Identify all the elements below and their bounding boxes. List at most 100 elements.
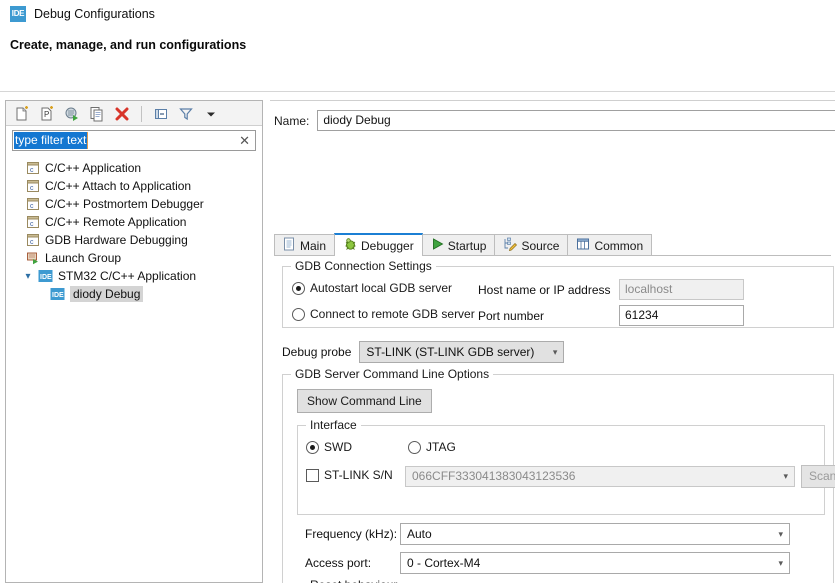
host-name-label: Host name or IP address: [478, 283, 611, 297]
scan-button[interactable]: Scan: [801, 465, 835, 488]
swd-radio[interactable]: SWD: [306, 440, 352, 454]
tab-label: Common: [594, 239, 643, 253]
tree-item-gdb-hardware-debugging[interactable]: c GDB Hardware Debugging: [6, 231, 262, 249]
new-prototype-icon[interactable]: P: [37, 104, 57, 124]
duplicate-icon[interactable]: [87, 104, 107, 124]
tree-item-cpp-attach-to-application[interactable]: c C/C++ Attach to Application: [6, 177, 262, 195]
radio-indicator: [292, 282, 305, 295]
tree-item-diody-debug[interactable]: IDE diody Debug: [6, 285, 262, 303]
frequency-value: Auto: [407, 527, 432, 541]
gdb-connection-settings-legend: GDB Connection Settings: [291, 259, 436, 273]
name-input[interactable]: diody Debug: [317, 110, 835, 131]
tab-common[interactable]: Common: [567, 234, 652, 256]
radio-indicator: [408, 441, 421, 454]
debug-probe-label: Debug probe: [282, 345, 351, 359]
configuration-editor-panel: Name: diody Debug Main Debugger: [270, 100, 835, 583]
jtag-label: JTAG: [426, 440, 456, 454]
delete-icon[interactable]: [112, 104, 132, 124]
source-tree-icon: [503, 237, 517, 254]
view-menu-icon[interactable]: [201, 104, 221, 124]
filter-input[interactable]: type filter text ✕: [12, 130, 256, 151]
frequency-select[interactable]: Auto ▾: [400, 523, 790, 545]
configuration-name-row: Name: diody Debug: [274, 110, 835, 131]
configurations-tree[interactable]: c C/C++ Application c C/C++ Attach to Ap…: [6, 156, 262, 582]
gdb-connection-settings-group: GDB Connection Settings Autostart local …: [282, 266, 834, 328]
editor-top-divider: [270, 100, 835, 101]
tab-label: Source: [521, 239, 559, 253]
configurations-toolbar: P: [6, 101, 262, 126]
ide-logo-icon: IDE: [10, 6, 26, 22]
tree-item-label: C/C++ Application: [45, 161, 141, 175]
tab-debugger[interactable]: Debugger: [334, 233, 423, 256]
bug-icon: [343, 237, 357, 254]
common-grid-icon: [576, 237, 590, 254]
toolbar-separator: [141, 106, 142, 122]
tree-item-label: Launch Group: [45, 251, 121, 265]
tab-label: Startup: [448, 239, 487, 253]
tree-item-label: GDB Hardware Debugging: [45, 233, 188, 247]
stlink-sn-checkbox[interactable]: ST-LINK S/N: [306, 468, 393, 482]
tree-item-cpp-application[interactable]: c C/C++ Application: [6, 159, 262, 177]
autostart-local-gdb-server-radio[interactable]: Autostart local GDB server: [292, 281, 452, 295]
show-command-line-button[interactable]: Show Command Line: [297, 389, 432, 413]
tab-source[interactable]: Source: [494, 234, 568, 256]
configurations-panel: P: [5, 100, 263, 583]
svg-text:c: c: [30, 221, 34, 228]
launch-group-icon: [26, 251, 40, 265]
new-launch-configuration-icon[interactable]: [12, 104, 32, 124]
svg-text:c: c: [30, 167, 34, 174]
c-file-icon: c: [26, 233, 40, 247]
c-file-icon: c: [26, 179, 40, 193]
chevron-down-icon[interactable]: ▾: [22, 271, 34, 282]
tree-item-stm32-cpp-application[interactable]: ▾ IDE STM32 C/C++ Application: [6, 267, 262, 285]
tree-item-cpp-postmortem-debugger[interactable]: c C/C++ Postmortem Debugger: [6, 195, 262, 213]
tab-label: Main: [300, 239, 326, 253]
chevron-down-icon: ▾: [778, 553, 783, 573]
stlink-sn-label: ST-LINK S/N: [324, 468, 393, 482]
interface-legend: Interface: [306, 418, 361, 432]
connect-to-remote-gdb-server-label: Connect to remote GDB server: [310, 307, 475, 321]
access-port-value: 0 - Cortex-M4: [407, 556, 480, 570]
radio-indicator: [292, 308, 305, 321]
connect-to-remote-gdb-server-radio[interactable]: Connect to remote GDB server: [292, 307, 475, 321]
dialog-header: IDE Debug Configurations Create, manage,…: [0, 0, 835, 92]
tree-item-label: C/C++ Attach to Application: [45, 179, 191, 193]
autostart-local-gdb-server-label: Autostart local GDB server: [310, 281, 452, 295]
c-file-icon: c: [26, 215, 40, 229]
c-file-icon: c: [26, 161, 40, 175]
port-number-input[interactable]: 61234: [619, 305, 744, 326]
filter-icon[interactable]: [176, 104, 196, 124]
chevron-down-icon: ▾: [553, 342, 558, 362]
frequency-label: Frequency (kHz):: [305, 527, 397, 541]
debug-probe-row: Debug probe ST-LINK (ST-LINK GDB server)…: [282, 341, 564, 363]
editor-tabs: Main Debugger Startup: [274, 233, 651, 256]
chevron-down-icon: ▾: [778, 524, 783, 544]
interface-group: Interface SWD JTAG ST-LINK S/N 0: [297, 425, 825, 515]
debug-probe-select[interactable]: ST-LINK (ST-LINK GDB server) ▾: [359, 341, 564, 363]
tree-item-label: STM32 C/C++ Application: [58, 269, 196, 283]
host-name-input: localhost: [619, 279, 744, 300]
swd-label: SWD: [324, 440, 352, 454]
collapse-all-icon[interactable]: [151, 104, 171, 124]
tab-main[interactable]: Main: [274, 234, 335, 256]
tab-startup[interactable]: Startup: [422, 234, 496, 256]
clear-filter-icon[interactable]: ✕: [239, 133, 250, 148]
name-label: Name:: [274, 114, 309, 128]
tree-item-launch-group[interactable]: Launch Group: [6, 249, 262, 267]
gdb-server-options-legend: GDB Server Command Line Options: [291, 367, 493, 381]
new-launch-group-icon[interactable]: [62, 104, 82, 124]
header-divider: [0, 91, 835, 92]
svg-text:c: c: [30, 203, 34, 210]
stlink-sn-value: 066CFF333041383043123536: [412, 469, 575, 483]
reset-behaviour-legend: Reset behaviour: [306, 578, 401, 583]
debug-configurations-window: IDE Debug Configurations Create, manage,…: [0, 0, 835, 583]
svg-text:c: c: [30, 239, 34, 246]
access-port-select[interactable]: 0 - Cortex-M4 ▾: [400, 552, 790, 574]
svg-text:c: c: [30, 185, 34, 192]
jtag-radio[interactable]: JTAG: [408, 440, 456, 454]
stlink-sn-select[interactable]: 066CFF333041383043123536 ▾: [405, 466, 795, 487]
run-icon: [431, 237, 444, 254]
tree-item-cpp-remote-application[interactable]: c C/C++ Remote Application: [6, 213, 262, 231]
port-number-label: Port number: [478, 309, 544, 323]
page-title: Create, manage, and run configurations: [10, 38, 246, 52]
